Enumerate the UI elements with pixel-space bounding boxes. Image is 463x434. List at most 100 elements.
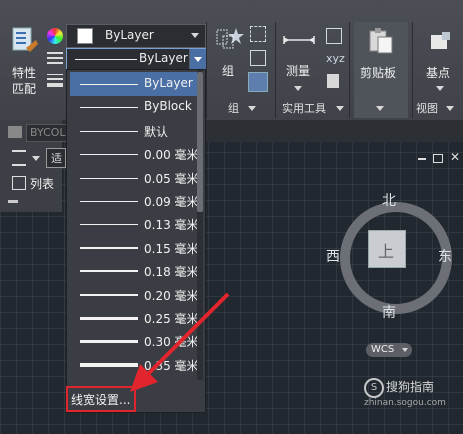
watermark-brand: 搜狗指南 bbox=[386, 380, 435, 394]
ungroup-icon[interactable] bbox=[250, 26, 266, 42]
match-properties-label-1: 特性 bbox=[12, 66, 37, 80]
chevron-down-icon[interactable] bbox=[32, 156, 40, 161]
utilities-panel-title: 实用工具 bbox=[282, 102, 326, 115]
group-icon bbox=[216, 28, 244, 49]
dropdown-toggle-button[interactable] bbox=[189, 49, 206, 69]
lineweight-option[interactable]: 0.09 毫米 bbox=[70, 189, 199, 213]
color-select[interactable]: ByLayer bbox=[66, 24, 206, 48]
group-panel-title: 组 bbox=[228, 102, 239, 115]
clipboard-panel-expand-icon[interactable] bbox=[376, 106, 384, 111]
lineweight-preview-line bbox=[80, 246, 138, 249]
group-label: 组 bbox=[222, 64, 235, 78]
lineweight-preview-line bbox=[80, 177, 138, 179]
compass-east[interactable]: 东 bbox=[438, 246, 452, 266]
view-panel-expand-icon[interactable] bbox=[446, 106, 454, 111]
restore-icon[interactable] bbox=[433, 154, 443, 163]
sogou-logo-icon: S bbox=[364, 378, 384, 398]
quick-select-icon[interactable] bbox=[326, 28, 342, 44]
utilities-panel-expand-icon[interactable] bbox=[336, 106, 344, 111]
pin-icon[interactable] bbox=[8, 200, 18, 203]
linetype-list-icon[interactable] bbox=[47, 50, 63, 64]
print-style-icon bbox=[8, 126, 22, 138]
lineweight-preview-line bbox=[80, 154, 138, 156]
list-icon[interactable] bbox=[12, 176, 26, 190]
compass-north[interactable]: 北 bbox=[382, 190, 396, 210]
minimize-icon[interactable] bbox=[418, 158, 426, 160]
measure-button[interactable]: 测量 bbox=[282, 30, 316, 90]
transparency-select[interactable]: 适 bbox=[46, 148, 66, 168]
base-label: 基点 bbox=[426, 66, 451, 80]
wcs-menu[interactable]: WCS bbox=[366, 343, 412, 357]
lineweight-option-label: 0.15 毫米 bbox=[144, 241, 199, 256]
match-properties-label-2: 匹配 bbox=[12, 82, 37, 96]
lineweight-list-icon[interactable] bbox=[47, 72, 63, 88]
color-select-value: ByLayer bbox=[105, 28, 154, 42]
annotation-arrow bbox=[130, 292, 230, 392]
match-properties-icon bbox=[12, 27, 38, 52]
properties-subpanel: BYCOL 适 列表 bbox=[0, 120, 68, 212]
viewcube-top-label: 上 bbox=[378, 242, 395, 261]
lineweight-option[interactable]: 0.15 毫米 bbox=[70, 236, 199, 260]
color-swatch bbox=[77, 28, 93, 44]
id-point-icon[interactable]: xyz bbox=[326, 52, 345, 66]
measure-label: 测量 bbox=[286, 64, 311, 78]
lineweight-select-value: ByLayer bbox=[139, 51, 188, 65]
dropdown-scroll-thumb[interactable] bbox=[197, 72, 203, 212]
list-label[interactable]: 列表 bbox=[30, 175, 54, 192]
group-panel-expand-icon[interactable] bbox=[248, 106, 256, 111]
measure-icon bbox=[283, 36, 315, 44]
lineweight-option-label: 0.09 毫米 bbox=[144, 195, 199, 209]
linetype-preview-line bbox=[75, 59, 137, 60]
close-icon[interactable]: ✕ bbox=[450, 151, 461, 163]
lineweight-select[interactable]: ByLayer bbox=[66, 48, 206, 70]
chevron-down-icon bbox=[402, 348, 408, 352]
lineweight-preview-line bbox=[80, 107, 138, 109]
transparency-value: 适 bbox=[51, 152, 62, 165]
base-dropdown-icon[interactable] bbox=[436, 86, 444, 91]
panel-separator bbox=[412, 22, 413, 118]
watermark-url: zhinan.sogou.com bbox=[364, 398, 446, 408]
calculator-icon[interactable] bbox=[327, 74, 339, 88]
lineweight-option[interactable]: ByBlock bbox=[70, 95, 198, 119]
lineweight-option[interactable]: 0.18 毫米 bbox=[70, 259, 199, 283]
base-point-icon bbox=[431, 32, 450, 49]
panel-separator bbox=[206, 22, 207, 118]
clipboard-label: 剪贴板 bbox=[360, 66, 397, 80]
lineweight-option[interactable]: 0.00 毫米 bbox=[70, 142, 199, 166]
group-button[interactable]: 组 bbox=[212, 24, 246, 84]
layers-icon[interactable] bbox=[12, 150, 26, 166]
lineweight-option[interactable]: 0.05 毫米 bbox=[70, 166, 199, 190]
lineweight-option[interactable]: ByLayer bbox=[70, 72, 198, 96]
lineweight-option-label: 0.00 毫米 bbox=[144, 148, 199, 163]
lineweight-preview-line bbox=[80, 201, 138, 202]
clipboard-icon bbox=[369, 28, 393, 54]
wcs-label: WCS bbox=[371, 344, 395, 355]
color-wheel-icon[interactable] bbox=[47, 28, 63, 44]
lineweight-option-label: ByLayer bbox=[144, 76, 193, 90]
view-panel-title: 视图 bbox=[416, 102, 438, 115]
lineweight-option[interactable]: 默认 bbox=[70, 119, 198, 143]
lineweight-option[interactable]: 0.13 毫米 bbox=[70, 212, 199, 236]
panel-separator bbox=[349, 22, 350, 118]
base-button[interactable]: 基点 bbox=[420, 30, 460, 90]
lineweight-option-label: 0.13 毫米 bbox=[144, 218, 199, 233]
chevron-down-icon bbox=[191, 33, 199, 38]
compass-west[interactable]: 西 bbox=[326, 246, 340, 266]
group-select-icon[interactable] bbox=[248, 72, 268, 92]
lineweight-preview-line bbox=[80, 84, 138, 85]
lineweight-option-label: 0.18 毫米 bbox=[144, 265, 199, 280]
lineweight-preview-line bbox=[80, 270, 138, 273]
match-properties-button[interactable]: 特性 匹配 bbox=[6, 26, 46, 96]
measure-dropdown-icon[interactable] bbox=[294, 86, 302, 91]
lineweight-preview-line bbox=[80, 224, 138, 226]
lineweight-option-label: ByBlock bbox=[144, 99, 192, 114]
plot-style-select[interactable]: BYCOL bbox=[26, 124, 68, 142]
group-edit-icon[interactable] bbox=[250, 50, 266, 66]
clipboard-button[interactable]: 剪贴板 bbox=[354, 22, 408, 118]
watermark: S 搜狗指南 zhinan.sogou.com bbox=[360, 376, 460, 416]
lineweight-preview-line bbox=[80, 130, 138, 132]
chevron-down-icon bbox=[194, 57, 202, 62]
viewcube[interactable]: 上 bbox=[334, 196, 452, 314]
compass-south[interactable]: 南 bbox=[382, 302, 396, 322]
viewcube-top-face[interactable]: 上 bbox=[368, 230, 406, 268]
